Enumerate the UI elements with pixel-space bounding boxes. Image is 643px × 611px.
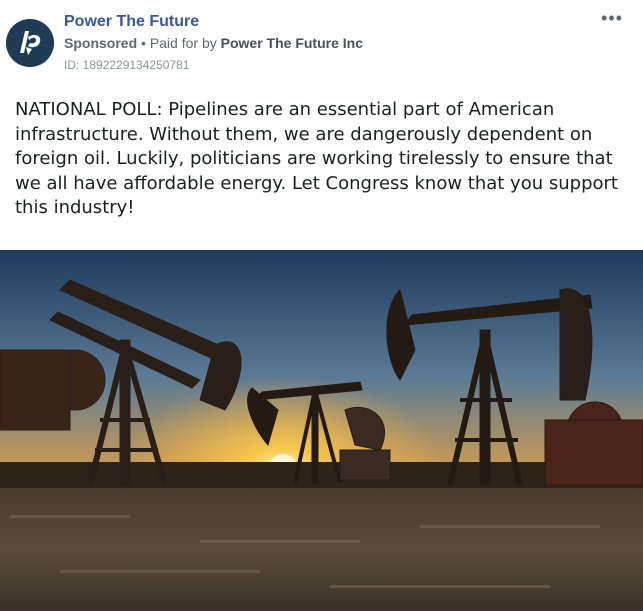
ad-meta-line: Sponsored • Paid for by Power The Future…	[64, 35, 363, 51]
page-name-link[interactable]: Power The Future	[64, 13, 199, 31]
more-options-icon[interactable]: •••	[601, 8, 623, 29]
ad-post: Power The Future Sponsored • Paid for by…	[0, 0, 643, 611]
ad-id: ID: 1892229134250781	[64, 58, 190, 72]
post-image[interactable]	[0, 250, 643, 611]
meta-separator: •	[137, 35, 150, 51]
oil-pumpjacks-sunset-image	[0, 250, 643, 611]
power-the-future-logo-icon	[6, 19, 54, 67]
page-avatar[interactable]	[6, 19, 54, 67]
payer-name[interactable]: Power The Future Inc	[221, 35, 363, 51]
paid-for-prefix: Paid for by	[149, 35, 221, 51]
sponsored-label[interactable]: Sponsored	[64, 35, 137, 51]
post-body-text: NATIONAL POLL: Pipelines are an essentia…	[15, 99, 618, 218]
